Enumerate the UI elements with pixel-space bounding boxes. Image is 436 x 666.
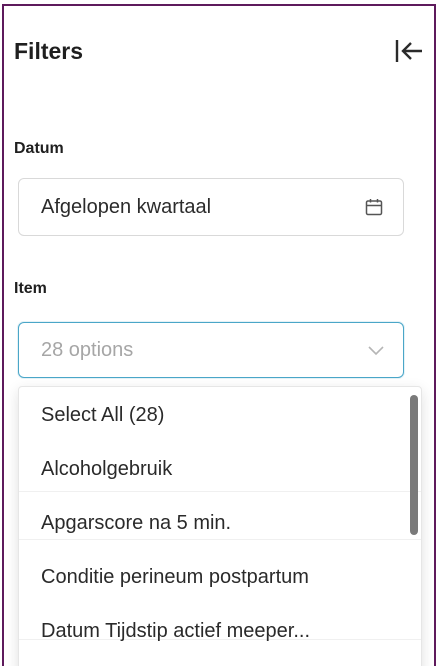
item-select-placeholder: 28 options	[41, 338, 134, 361]
panel-header: Filters	[14, 34, 426, 68]
calendar-icon[interactable]	[365, 198, 383, 216]
date-range-picker[interactable]: Afgelopen kwartaal	[18, 178, 404, 236]
collapse-left-icon	[395, 40, 422, 62]
option-item[interactable]: Conditie perineum postpartum	[19, 551, 409, 603]
panel-title: Filters	[14, 37, 84, 64]
item-options-dropdown: Select All (28) Alcoholgebruik Apgarscor…	[18, 386, 422, 666]
option-select-all[interactable]: Select All (28)	[19, 389, 409, 441]
scrollbar-thumb[interactable]	[410, 395, 418, 535]
date-range-value: Afgelopen kwartaal	[41, 195, 212, 218]
item-multiselect[interactable]: 28 options	[18, 322, 404, 378]
dropdown-scrollbar[interactable]	[407, 387, 421, 666]
datum-label: Datum	[14, 140, 64, 157]
option-item[interactable]: Apgarscore na 5 min.	[19, 497, 409, 549]
collapse-panel-button[interactable]	[392, 34, 426, 68]
option-item[interactable]: Datum Tijdstip actief meeper...	[19, 605, 409, 657]
option-item[interactable]: Alcoholgebruik	[19, 443, 409, 495]
filters-panel: Filters Datum Afgelopen kwartaal Item 28…	[2, 4, 436, 666]
chevron-down-icon[interactable]	[367, 344, 385, 356]
item-label: Item	[14, 280, 47, 297]
